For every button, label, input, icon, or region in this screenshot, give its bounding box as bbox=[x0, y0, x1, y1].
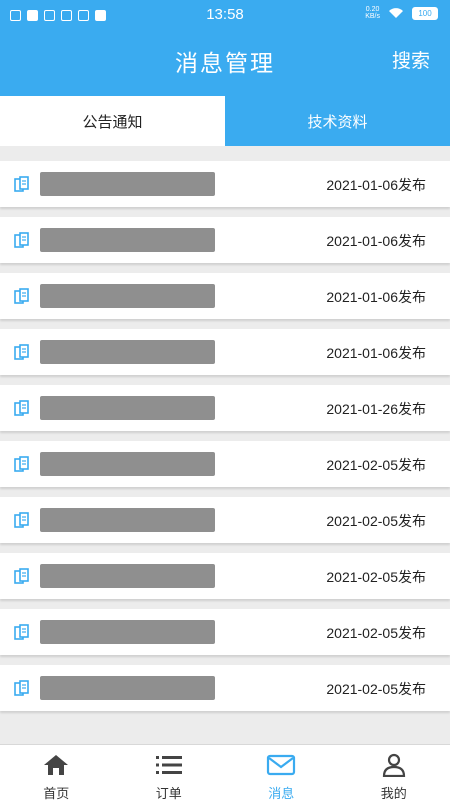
document-icon bbox=[14, 568, 29, 584]
date-value: 2021-01-06 bbox=[326, 177, 398, 193]
status-bar: 13:58 0.20 KB/s 100 bbox=[0, 0, 450, 30]
date-suffix: 发布 bbox=[398, 458, 426, 474]
date-value: 2021-02-05 bbox=[326, 569, 398, 585]
page-title: 消息管理 bbox=[175, 51, 275, 77]
date-value: 2021-02-05 bbox=[326, 457, 398, 473]
list-item[interactable]: 2021-01-06发布 bbox=[0, 161, 450, 207]
network-speed: 0.20 KB/s bbox=[365, 6, 380, 20]
nav-item-mail[interactable]: 消息 bbox=[225, 745, 338, 800]
date-suffix: 发布 bbox=[398, 682, 426, 698]
list-item[interactable]: 2021-01-06发布 bbox=[0, 217, 450, 263]
list-icon bbox=[154, 753, 184, 777]
speed-unit: KB/s bbox=[365, 13, 380, 20]
date-suffix: 发布 bbox=[398, 570, 426, 586]
redacted-title bbox=[40, 508, 215, 532]
tab-technical-docs[interactable]: 技术资料 bbox=[225, 96, 450, 146]
document-icon bbox=[14, 456, 29, 472]
nav-label: 订单 bbox=[155, 787, 182, 800]
document-icon bbox=[14, 344, 29, 360]
publish-date: 2021-02-05发布 bbox=[326, 567, 426, 587]
nav-item-home[interactable]: 首页 bbox=[0, 745, 113, 800]
battery-icon: 100 bbox=[412, 6, 438, 20]
date-value: 2021-01-26 bbox=[326, 401, 398, 417]
list-item[interactable]: 2021-01-26发布 bbox=[0, 385, 450, 431]
search-button[interactable]: 搜索 bbox=[392, 46, 430, 73]
document-icon bbox=[14, 512, 29, 528]
date-suffix: 发布 bbox=[398, 234, 426, 250]
redacted-title bbox=[40, 452, 215, 476]
nav-item-list[interactable]: 订单 bbox=[113, 745, 226, 800]
date-value: 2021-01-06 bbox=[326, 345, 398, 361]
bottom-nav: 首页 订单 消息 我的 bbox=[0, 744, 450, 800]
list-item[interactable]: 2021-01-06发布 bbox=[0, 329, 450, 375]
date-value: 2021-02-05 bbox=[326, 513, 398, 529]
redacted-title bbox=[40, 620, 215, 644]
header: 消息管理 搜索 bbox=[0, 30, 450, 96]
publish-date: 2021-01-06发布 bbox=[326, 343, 426, 363]
list-item[interactable]: 2021-02-05发布 bbox=[0, 553, 450, 599]
nav-item-user[interactable]: 我的 bbox=[338, 745, 450, 800]
nav-label: 消息 bbox=[268, 787, 295, 800]
tab-announcements[interactable]: 公告通知 bbox=[0, 96, 225, 146]
list-item[interactable]: 2021-02-05发布 bbox=[0, 441, 450, 487]
redacted-title bbox=[40, 340, 215, 364]
date-suffix: 发布 bbox=[398, 178, 426, 194]
document-icon bbox=[14, 288, 29, 304]
redacted-title bbox=[40, 228, 215, 252]
user-icon bbox=[379, 753, 409, 778]
speed-value: 0.20 bbox=[365, 6, 380, 13]
list-item[interactable]: 2021-01-06发布 bbox=[0, 273, 450, 319]
mail-icon bbox=[266, 753, 296, 777]
list-item[interactable]: 2021-02-05发布 bbox=[0, 497, 450, 543]
nav-label: 首页 bbox=[43, 787, 70, 800]
wifi-icon bbox=[389, 8, 403, 18]
date-value: 2021-02-05 bbox=[326, 681, 398, 697]
redacted-title bbox=[40, 396, 215, 420]
date-suffix: 发布 bbox=[398, 346, 426, 362]
publish-date: 2021-01-26发布 bbox=[326, 399, 426, 419]
redacted-title bbox=[40, 284, 215, 308]
date-value: 2021-01-06 bbox=[326, 233, 398, 249]
document-icon bbox=[14, 176, 29, 192]
list-item[interactable]: 2021-02-05发布 bbox=[0, 609, 450, 655]
date-suffix: 发布 bbox=[398, 402, 426, 418]
home-icon bbox=[41, 753, 71, 777]
document-icon bbox=[14, 400, 29, 416]
date-suffix: 发布 bbox=[398, 626, 426, 642]
publish-date: 2021-01-06发布 bbox=[326, 287, 426, 307]
publish-date: 2021-02-05发布 bbox=[326, 511, 426, 531]
nav-label: 我的 bbox=[380, 787, 407, 800]
tab-bar: 公告通知 技术资料 bbox=[0, 96, 450, 146]
document-icon bbox=[14, 624, 29, 640]
publish-date: 2021-01-06发布 bbox=[326, 231, 426, 251]
date-suffix: 发布 bbox=[398, 290, 426, 306]
redacted-title bbox=[40, 676, 215, 700]
date-suffix: 发布 bbox=[398, 514, 426, 530]
date-value: 2021-01-06 bbox=[326, 289, 398, 305]
redacted-title bbox=[40, 564, 215, 588]
document-icon bbox=[14, 232, 29, 248]
list-item[interactable]: 2021-02-05发布 bbox=[0, 665, 450, 711]
publish-date: 2021-02-05发布 bbox=[326, 623, 426, 643]
date-value: 2021-02-05 bbox=[326, 625, 398, 641]
message-list: 2021-01-06发布 2021-01-06发布 2021-01-06发布 2021… bbox=[0, 161, 450, 721]
publish-date: 2021-02-05发布 bbox=[326, 679, 426, 699]
publish-date: 2021-02-05发布 bbox=[326, 455, 426, 475]
document-icon bbox=[14, 680, 29, 696]
redacted-title bbox=[40, 172, 215, 196]
publish-date: 2021-01-06发布 bbox=[326, 175, 426, 195]
